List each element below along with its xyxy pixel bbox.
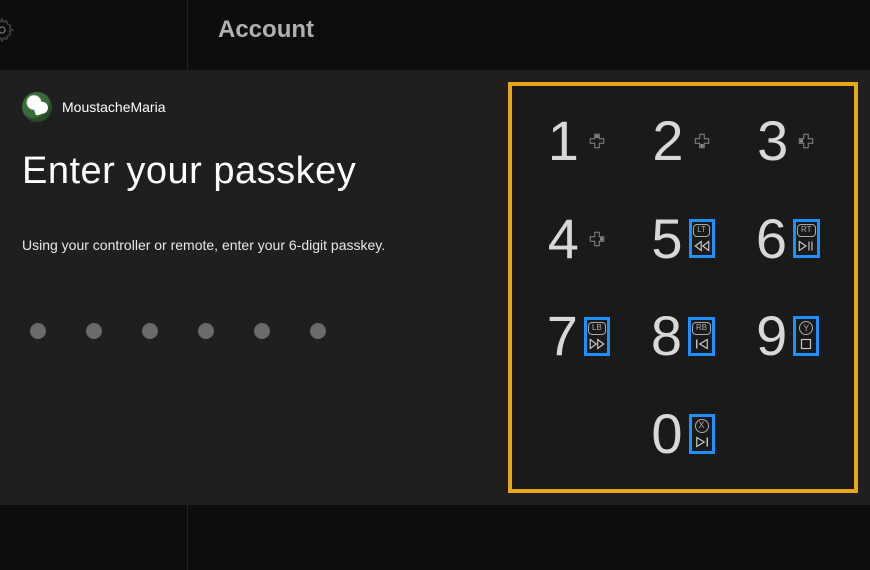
gear-icon	[0, 18, 14, 47]
dpad-down-icon	[690, 132, 714, 150]
header-divider	[187, 0, 188, 70]
key-0[interactable]: 0 X	[631, 385, 736, 483]
play-pause-icon	[797, 239, 815, 253]
digit-label: 9	[756, 308, 787, 364]
digit-label: 8	[651, 308, 682, 364]
hint-x: X	[689, 414, 715, 454]
hint-rb: RB	[688, 317, 715, 355]
key-8[interactable]: 8 RB	[631, 288, 736, 386]
digit-label: 2	[652, 113, 683, 169]
key-7[interactable]: 7 LB	[526, 288, 631, 386]
hint-lb: LB	[584, 317, 610, 355]
tag-label: LB	[588, 322, 606, 334]
passkey-dot	[198, 323, 214, 339]
passkey-dot	[30, 323, 46, 339]
digit-label: 7	[547, 308, 578, 364]
passkey-dot	[310, 323, 326, 339]
user-row: MoustacheMaria	[22, 92, 488, 122]
avatar	[22, 92, 52, 122]
prev-icon	[693, 337, 711, 351]
digit-label: 4	[548, 211, 579, 267]
tag-label: RT	[797, 224, 816, 236]
digit-label: 0	[651, 406, 682, 462]
digit-label: 3	[757, 113, 788, 169]
left-panel: MoustacheMaria Enter your passkey Using …	[0, 70, 508, 505]
username: MoustacheMaria	[62, 99, 166, 115]
passkey-dot	[86, 323, 102, 339]
header-bar: Account	[0, 0, 870, 70]
hint-y: Y	[793, 316, 819, 356]
key-3[interactable]: 3	[735, 92, 840, 190]
footer-bar	[0, 505, 870, 570]
passkey-dots	[22, 323, 488, 339]
stop-icon	[797, 337, 815, 351]
instruction-text: Using your controller or remote, enter y…	[22, 237, 488, 253]
key-5[interactable]: 5 LT	[631, 190, 736, 288]
keypad: 1 2 3 4 5 LT	[508, 82, 858, 493]
key-2[interactable]: 2	[631, 92, 736, 190]
dpad-right-icon	[585, 230, 609, 248]
passkey-dot	[142, 323, 158, 339]
footer-divider	[187, 505, 188, 570]
tag-label: RB	[692, 322, 711, 334]
key-4[interactable]: 4	[526, 190, 631, 288]
section-label: Account	[218, 16, 314, 44]
tag-label: LT	[693, 224, 710, 236]
dpad-left-icon	[794, 132, 818, 150]
next-icon	[693, 435, 711, 449]
key-6[interactable]: 6 RT	[735, 190, 840, 288]
digit-label: 1	[548, 113, 579, 169]
page-title: Enter your passkey	[22, 150, 488, 193]
fast-fwd-icon	[588, 337, 606, 351]
key-9[interactable]: 9 Y	[735, 288, 840, 386]
passkey-dot	[254, 323, 270, 339]
hint-lt: LT	[689, 219, 715, 257]
tag-label: X	[695, 419, 709, 433]
rewind-icon	[693, 239, 711, 253]
key-1[interactable]: 1	[526, 92, 631, 190]
main-panel: MoustacheMaria Enter your passkey Using …	[0, 70, 870, 505]
tag-label: Y	[799, 321, 813, 335]
hint-rt: RT	[793, 219, 820, 257]
dpad-up-icon	[585, 132, 609, 150]
digit-label: 5	[651, 211, 682, 267]
digit-label: 6	[756, 211, 787, 267]
